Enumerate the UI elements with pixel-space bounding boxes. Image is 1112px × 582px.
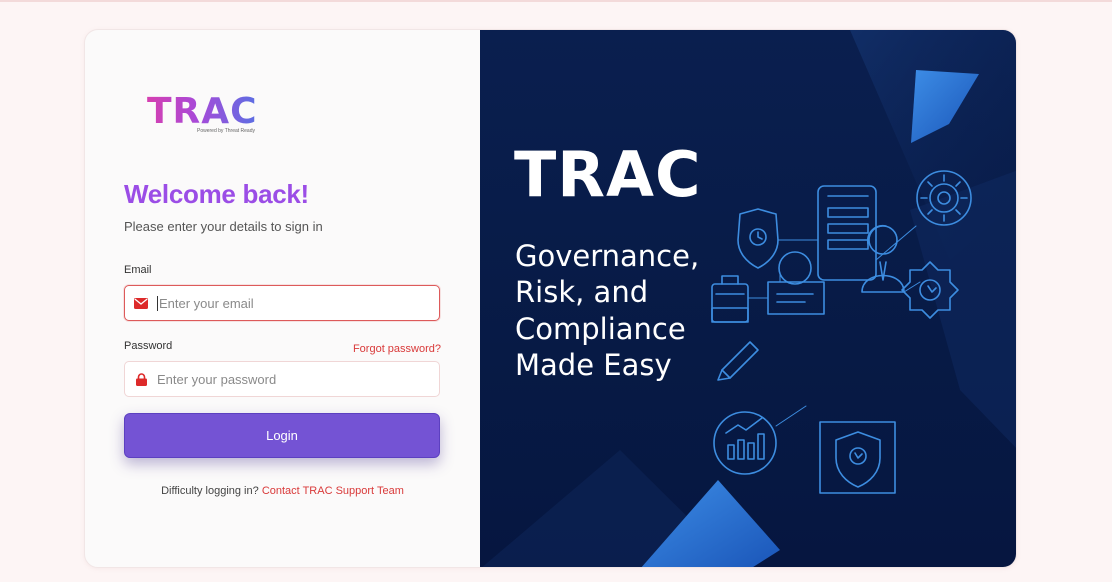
contact-support-link[interactable]: Contact TRAC Support Team [262,485,404,497]
id-card-icon [767,251,825,315]
hero-line-4: Made Easy [515,348,672,382]
password-input[interactable] [157,371,427,387]
welcome-heading: Welcome back! [124,179,309,209]
email-label: Email [124,264,152,276]
login-button[interactable]: Login [124,413,440,458]
forgot-password-link[interactable]: Forgot password? [353,343,441,355]
hero-title: TRAC [514,138,702,211]
logo-text: TRAC [147,91,258,132]
shield-icon [737,208,779,269]
top-border [0,0,1112,2]
logo-powered-by: Powered by Threat Ready [197,128,255,134]
pen-icon [717,341,759,381]
connector-lines [747,225,921,427]
document-icon [817,185,877,281]
user-profile-icon [861,224,905,293]
login-panel: TRAC Powered by Threat Ready Welcome bac… [85,30,480,567]
hero-line-3: Compliance [515,312,686,346]
lock-icon [125,372,157,386]
text-caret [157,295,158,311]
analytics-icon [713,411,777,475]
envelope-icon [125,297,157,309]
secure-shield-icon [819,421,896,494]
trac-logo: TRAC Powered by Threat Ready [147,91,258,135]
hero-line-1: Governance, [515,239,700,273]
login-card: TRAC Powered by Threat Ready Welcome bac… [84,29,1017,568]
help-text: Difficulty logging in? Contact TRAC Supp… [85,485,480,497]
password-field[interactable] [124,361,440,397]
email-input[interactable] [159,295,429,311]
help-label: Difficulty logging in? [161,485,259,497]
password-label: Password [124,340,173,352]
email-field[interactable] [124,285,440,321]
hero-panel: TRAC Governance, Risk, and Compliance Ma… [480,30,1016,567]
bg-facet-right [910,170,1016,448]
briefcase-icon [711,275,749,323]
signin-subtitle: Please enter your details to sign in [124,219,323,234]
hero-line-2: Risk, and [515,275,649,309]
